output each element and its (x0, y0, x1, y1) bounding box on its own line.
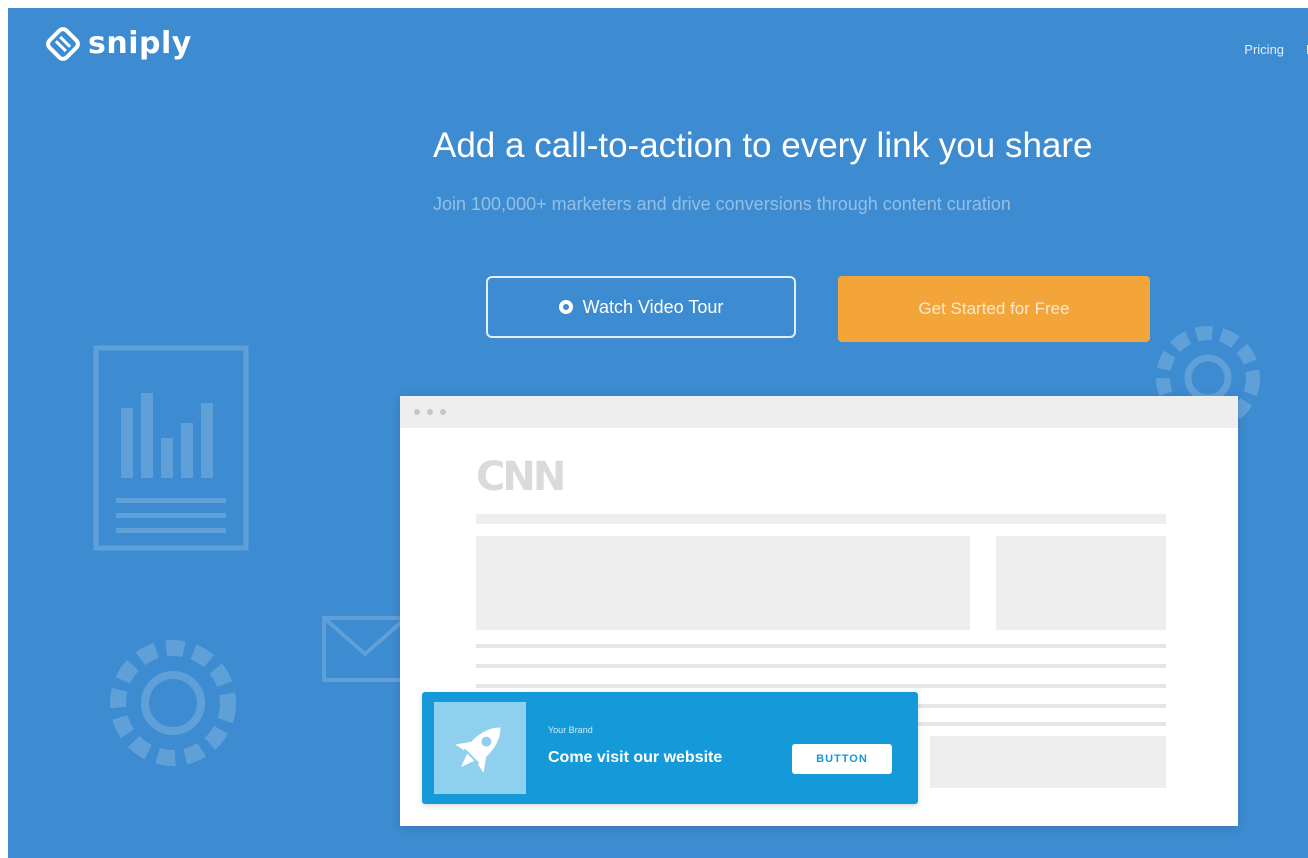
content-placeholder-line (476, 644, 1166, 648)
call-to-action-bar: Your Brand Come visit our website BUTTON (422, 692, 918, 804)
get-started-label: Get Started for Free (918, 299, 1070, 318)
window-dot (440, 409, 446, 415)
hero-section: sniply Pricing F Add a call-to-action to… (8, 8, 1308, 858)
site-logo: CNN (476, 454, 566, 500)
brand-logo[interactable]: sniply (46, 26, 192, 61)
cta-button[interactable]: BUTTON (792, 744, 892, 774)
play-circle-icon (558, 300, 573, 314)
nav-item-pricing[interactable]: Pricing (1244, 42, 1284, 57)
rocket-icon (434, 702, 526, 794)
content-placeholder-block (476, 536, 970, 630)
content-placeholder-block (930, 736, 1166, 788)
get-started-button[interactable]: Get Started for Free (838, 276, 1150, 342)
window-dot (427, 409, 433, 415)
watch-video-button[interactable]: Watch Video Tour (486, 276, 796, 338)
window-dot (414, 409, 420, 415)
page-subtitle: Join 100,000+ marketers and drive conver… (433, 194, 1011, 214)
envelope-icon (322, 616, 408, 682)
brand-name: sniply (88, 26, 192, 61)
sniply-logo-icon (46, 26, 80, 61)
page-title: Add a call-to-action to every link you s… (433, 126, 1093, 165)
document-chart-icon (93, 345, 249, 551)
top-nav: Pricing F (1244, 42, 1308, 57)
cta-brand-label: Your Brand (548, 725, 593, 735)
content-placeholder-line (476, 514, 1166, 524)
content-placeholder-line (476, 684, 1166, 688)
cta-message: Come visit our website (548, 749, 723, 766)
gear-icon (110, 640, 236, 766)
content-placeholder-block (996, 536, 1166, 630)
content-placeholder-line (476, 664, 1166, 668)
browser-toolbar (400, 396, 1238, 428)
watch-video-label: Watch Video Tour (582, 296, 724, 317)
